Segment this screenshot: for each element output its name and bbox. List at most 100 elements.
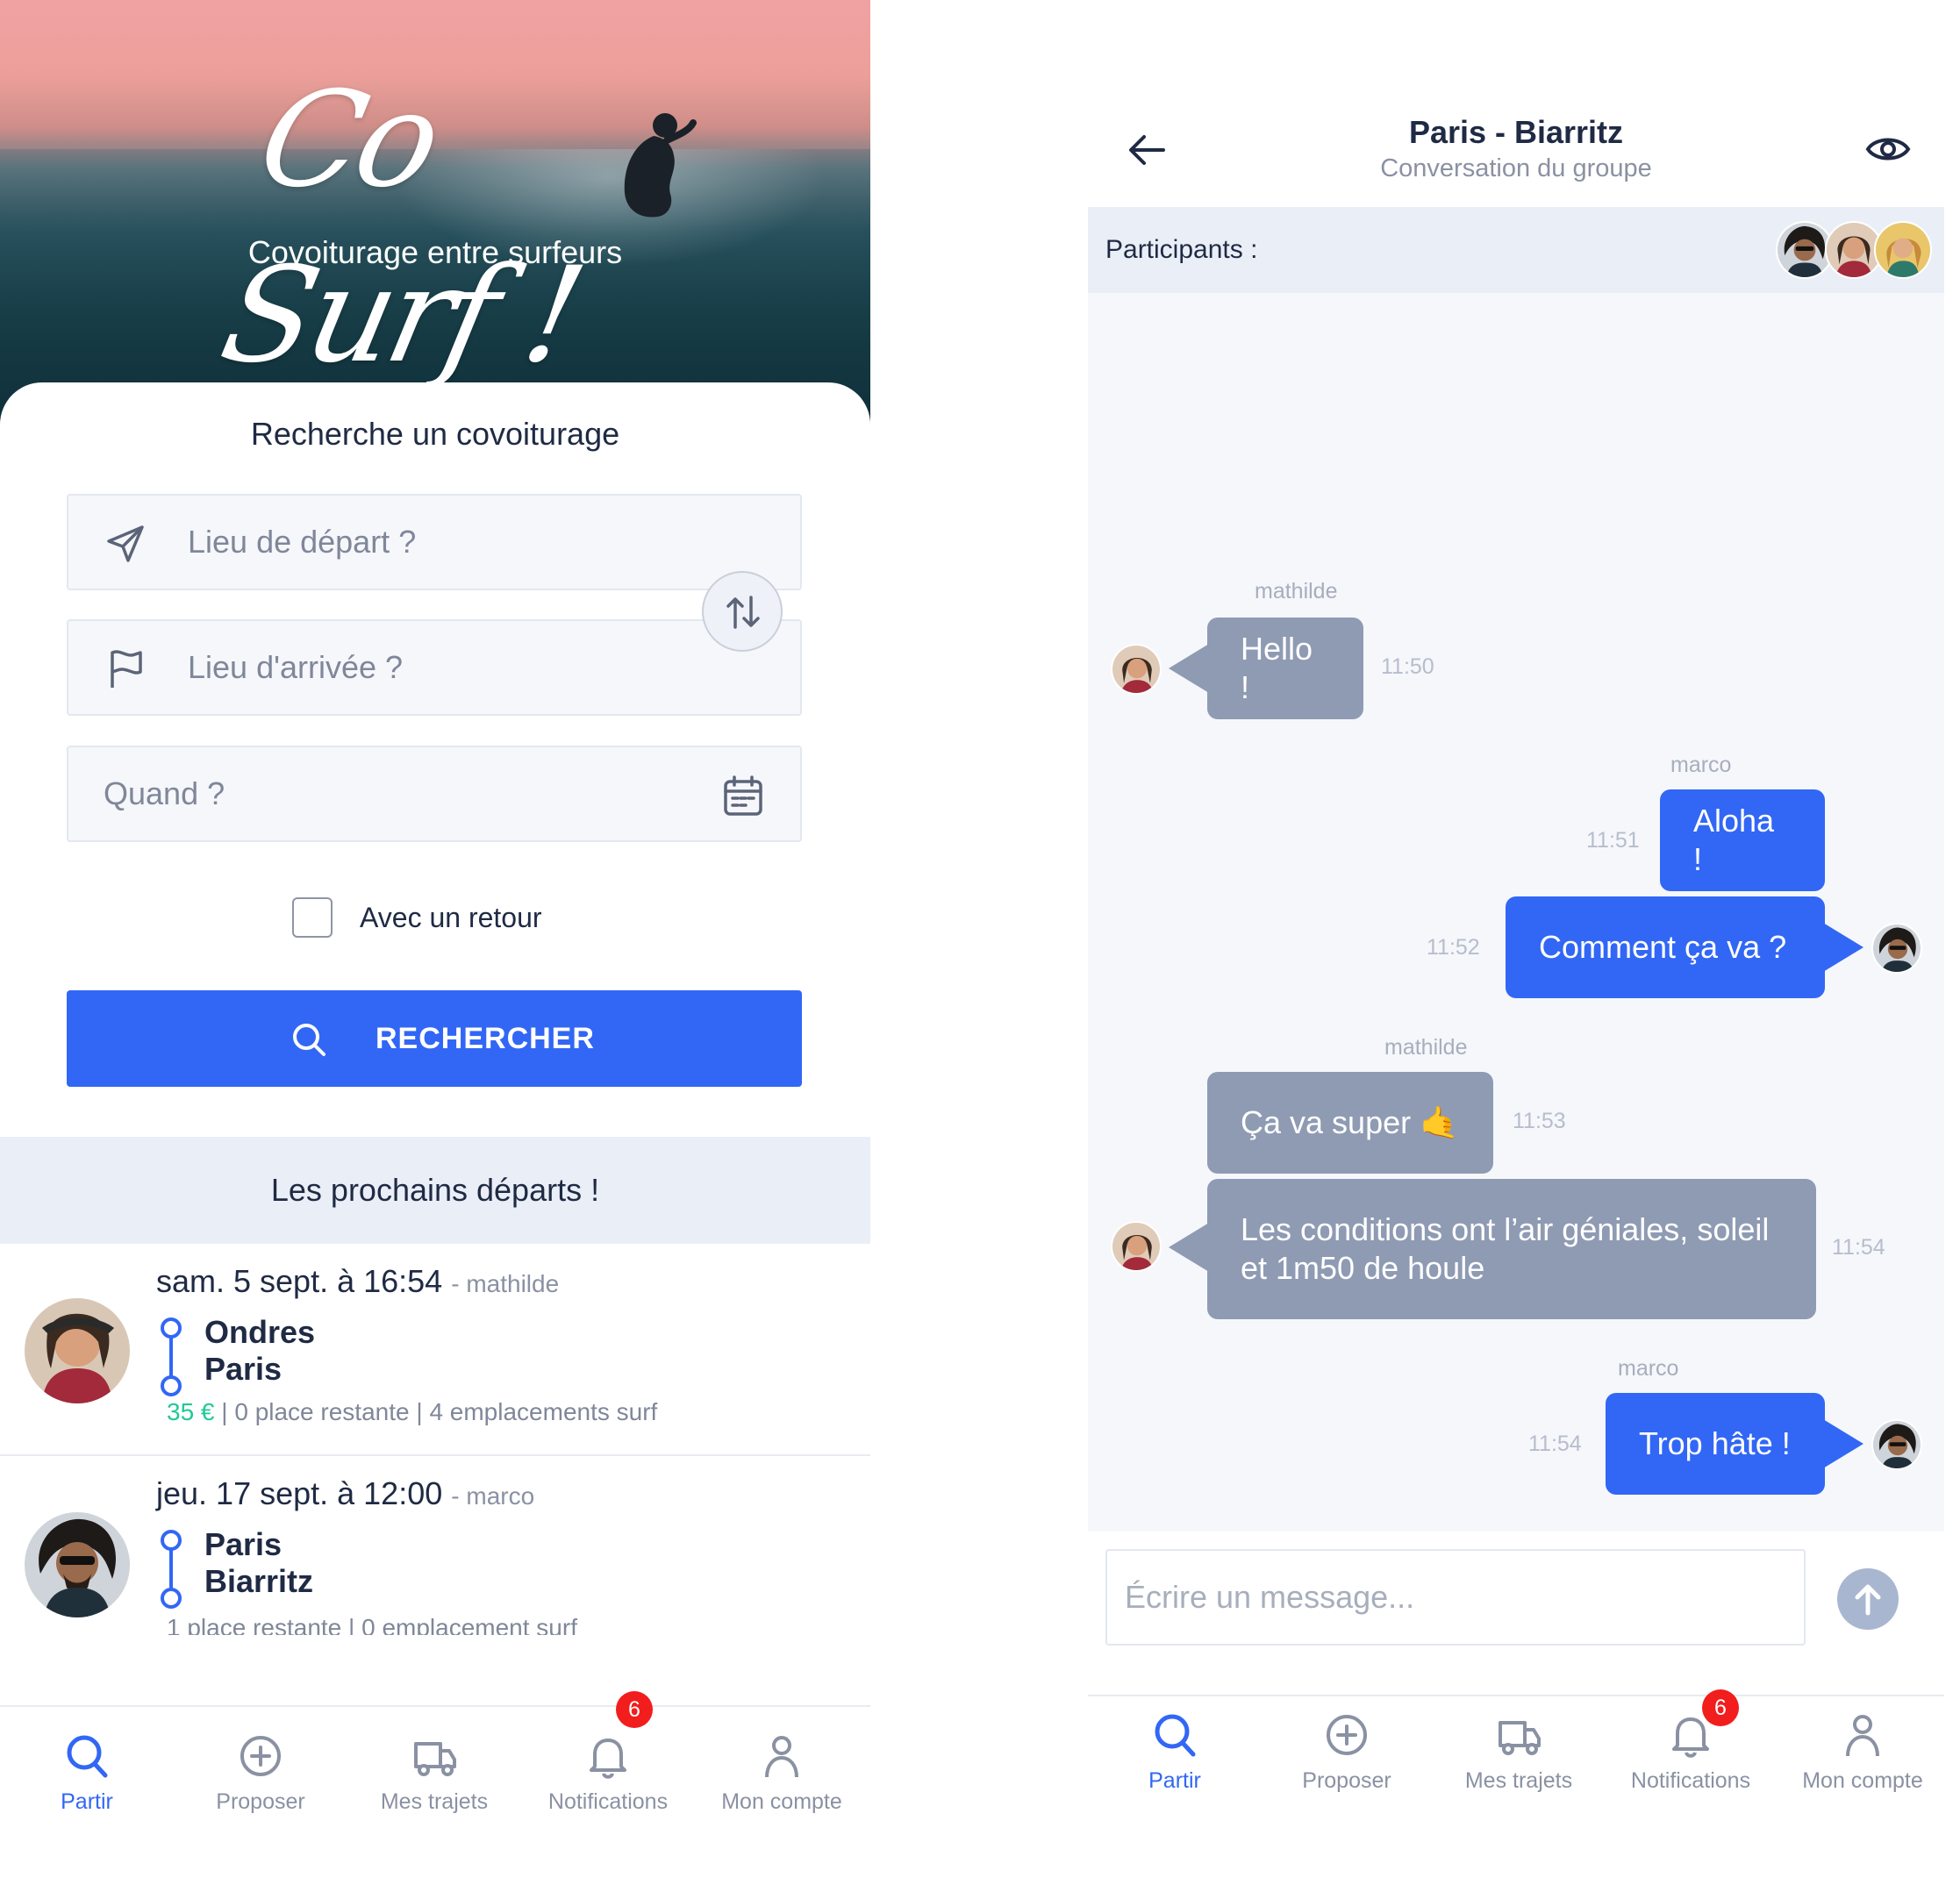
message-text: Hello !: [1241, 631, 1313, 705]
message-time: 11:53: [1513, 1109, 1566, 1133]
departure-field[interactable]: Lieu de départ ?: [67, 494, 802, 590]
message-time: 11:54: [1528, 1432, 1582, 1456]
notifications-badge: 6: [1702, 1689, 1739, 1726]
tab-mes-trajets[interactable]: Mes trajets: [347, 1707, 521, 1847]
tab-bar: Partir Proposer Mes trajets 6 Notificati…: [0, 1691, 870, 1847]
tab-label: Notifications: [1630, 1768, 1751, 1793]
message-bubble[interactable]: Aloha !: [1660, 789, 1825, 891]
trip-seats: 0 place restante: [234, 1398, 410, 1425]
message-bubble[interactable]: Ça va super 🤙: [1207, 1072, 1493, 1174]
tab-partir[interactable]: Partir: [0, 1707, 174, 1847]
message-composer: Écrire un message...: [1088, 1532, 1944, 1695]
search-screen: Co Surf ! Covoiturage entre surfeurs Rec…: [0, 0, 870, 1885]
tab-label: Mes trajets: [380, 1789, 489, 1814]
message-time: 11:54: [1832, 1235, 1885, 1260]
tab-mon-compte[interactable]: Mon compte: [695, 1707, 869, 1847]
trip-boards: 4 emplacements surf: [429, 1398, 658, 1425]
bubble-tail: [1169, 1223, 1209, 1272]
trip-from: Ondres: [204, 1314, 316, 1350]
participants-bar[interactable]: Participants :: [1088, 207, 1944, 293]
message-text: Aloha !: [1693, 803, 1775, 877]
message-list[interactable]: mathilde Hello ! 11:50 marco 11:51 Aloha…: [1088, 293, 1944, 1532]
return-label: Avec un retour: [360, 902, 542, 933]
route-icon: [161, 1530, 182, 1609]
arrival-placeholder: Lieu d'arrivée ?: [188, 649, 404, 685]
trip-boards: 0 emplacement surf: [361, 1614, 577, 1635]
tab-proposer[interactable]: Proposer: [1260, 1696, 1434, 1837]
trip-card[interactable]: jeu. 17 sept. à 12:00 - marco Paris Biar…: [0, 1456, 870, 1635]
tab-label: Proposer: [1302, 1768, 1391, 1793]
message-input[interactable]: Écrire un message...: [1105, 1549, 1806, 1646]
route-icon: [161, 1317, 182, 1396]
message-time: 11:50: [1381, 654, 1434, 679]
message-bubble[interactable]: Hello !: [1207, 618, 1363, 719]
tab-label: Mon compte: [1802, 1768, 1923, 1793]
tab-label: Partir: [1148, 1768, 1201, 1793]
tab-label: Proposer: [216, 1789, 305, 1814]
avatar: [1874, 221, 1932, 279]
hero-banner: Co Surf ! Covoiturage entre surfeurs: [0, 0, 870, 430]
message-sender: mathilde: [1255, 579, 1338, 603]
message-bubble[interactable]: Trop hâte !: [1606, 1393, 1825, 1495]
user-icon: [1846, 1715, 1879, 1757]
van-icon: [414, 1742, 456, 1776]
tab-bar: Partir Proposer Mes trajets 6 Notificati…: [1088, 1689, 1944, 1837]
trip-meta: 35 € | 0 place restante | 4 emplacements…: [167, 1398, 658, 1425]
arrival-field[interactable]: Lieu d'arrivée ?: [67, 619, 802, 716]
tab-label: Notifications: [547, 1789, 669, 1814]
return-checkbox[interactable]: [292, 897, 333, 938]
calendar-icon: [724, 775, 762, 816]
search-button-label: RECHERCHER: [376, 1022, 595, 1055]
plus-circle-icon: [240, 1736, 281, 1776]
search-button[interactable]: RECHERCHER: [67, 990, 802, 1087]
chat-subtitle: Conversation du groupe: [1380, 154, 1652, 182]
message-sender: marco: [1618, 1356, 1679, 1381]
trip-driver: - mathilde: [451, 1270, 560, 1297]
search-icon: [67, 1735, 108, 1778]
avatar: [1871, 923, 1922, 974]
trip-driver: - marco: [451, 1482, 535, 1510]
tab-label: Partir: [61, 1789, 113, 1814]
tab-proposer[interactable]: Proposer: [174, 1707, 347, 1847]
swap-locations-button[interactable]: [702, 571, 783, 652]
tab-notifications[interactable]: 6 Notifications: [1604, 1689, 1778, 1837]
message-sender: mathilde: [1384, 1035, 1468, 1060]
tab-mon-compte[interactable]: Mon compte: [1776, 1696, 1949, 1837]
tab-partir[interactable]: Partir: [1088, 1696, 1262, 1837]
chat-screen: Paris - Biarritz Conversation du groupe …: [1088, 0, 1960, 1885]
trip-date: sam. 5 sept. à 16:54 - mathilde: [156, 1263, 559, 1300]
trip-card[interactable]: sam. 5 sept. à 16:54 - mathilde Ondres P…: [0, 1244, 870, 1454]
message-bubble[interactable]: Les conditions ont l’air géniales, solei…: [1207, 1179, 1816, 1319]
trip-to: Biarritz: [204, 1563, 314, 1599]
send-button[interactable]: [1837, 1568, 1899, 1630]
tab-label: Mes trajets: [1464, 1768, 1573, 1793]
notifications-badge: 6: [616, 1691, 653, 1728]
trip-to: Paris: [204, 1351, 283, 1387]
surfer-silhouette: [624, 113, 697, 218]
avatar: [1111, 644, 1162, 695]
chat-title: Paris - Biarritz: [1408, 114, 1624, 150]
plus-circle-icon: [1327, 1715, 1367, 1755]
bell-icon: [590, 1739, 626, 1779]
message-input-placeholder: Écrire un message...: [1125, 1579, 1415, 1615]
participants-label: Participants :: [1105, 235, 1258, 264]
tab-mes-trajets[interactable]: Mes trajets: [1432, 1696, 1606, 1837]
trip-date-text: sam. 5 sept. à 16:54: [156, 1263, 443, 1299]
tagline: Covoiturage entre surfeurs: [247, 234, 623, 270]
message-sender: marco: [1670, 753, 1732, 777]
date-field[interactable]: Quand ?: [67, 746, 802, 842]
send-arrow-icon: [107, 525, 144, 562]
search-title: Recherche un covoiturage: [250, 416, 620, 452]
tab-notifications[interactable]: 6 Notifications: [521, 1691, 695, 1847]
search-icon: [1155, 1714, 1196, 1757]
eye-icon[interactable]: [1865, 132, 1911, 167]
trip-price: 35 €: [167, 1398, 215, 1425]
swap-icon: [726, 596, 760, 629]
message-text: Ça va super 🤙: [1241, 1104, 1459, 1140]
message-bubble[interactable]: Comment ça va ?: [1506, 896, 1825, 998]
avatar: [25, 1512, 130, 1617]
bubble-tail: [1823, 1419, 1863, 1468]
message-text: Trop hâte !: [1639, 1425, 1791, 1461]
screen-edge: [1944, 0, 1960, 1885]
message-time: 11:52: [1427, 935, 1480, 960]
